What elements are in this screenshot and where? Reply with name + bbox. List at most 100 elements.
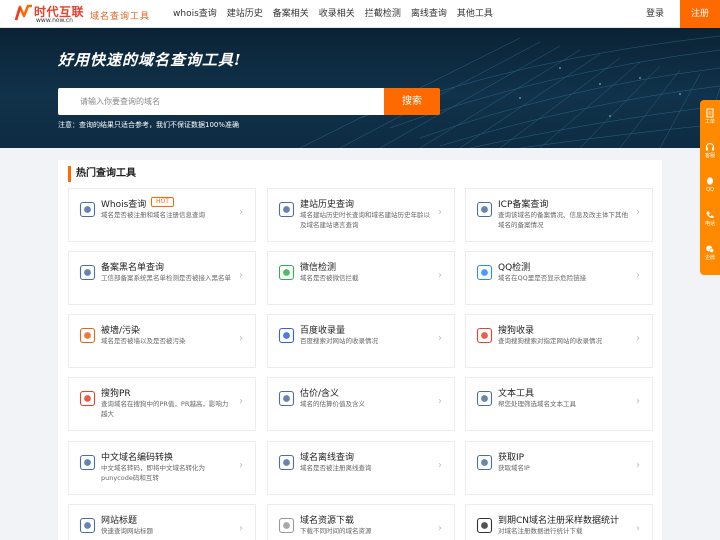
- side-item-ticket[interactable]: 工单: [700, 102, 720, 136]
- ticket-icon: [706, 108, 714, 118]
- valuation-icon: [278, 390, 295, 407]
- nav-item-icp[interactable]: 备案相关: [268, 0, 314, 28]
- nav-item-history[interactable]: 建站历史: [222, 0, 268, 28]
- chevron-right-icon: ›: [239, 333, 243, 344]
- tool-card-desc: 快速查询网站标题: [101, 527, 153, 535]
- nav-item-offline[interactable]: 离线查询: [406, 0, 452, 28]
- hot-tools-panel: 热门查询工具 Whois查询 HOT 域名是否被注册和域名注册信息查询 › 建站历史查询…: [58, 160, 662, 540]
- tool-card-wechat[interactable]: 微信检测 域名是否被微信拦截 ›: [267, 251, 455, 305]
- tool-card-title: 建站历史查询: [300, 200, 355, 210]
- icp-icon: [476, 201, 493, 218]
- main-nav: whois查询 建站历史 备案相关 收录相关 拦截检测 离线查询 其他工具: [168, 0, 498, 28]
- tool-card-icp[interactable]: ICP备案查询 查询该域名的备案情况、信息及改主体下其他域名的备案情况 ›: [465, 188, 653, 242]
- tool-card-text-tool[interactable]: 文本工具 帮您处理筛选域名文本工具 ›: [465, 377, 653, 431]
- hot-badge: HOT: [151, 197, 174, 207]
- chevron-right-icon: ›: [438, 270, 442, 281]
- side-item-service[interactable]: 客服: [700, 136, 720, 170]
- side-item-wecom[interactable]: 企微: [700, 238, 720, 272]
- side-item-phone[interactable]: 电话: [700, 204, 720, 238]
- tool-card-blacklist[interactable]: 备案黑名单查询 工信部备案系统黑名单检测是否被接入黑名单 ›: [68, 251, 256, 305]
- tool-card-title: 被墙/污染: [101, 326, 141, 336]
- tool-card-qq-check[interactable]: QQ检测 域名在QQ里是否显示危险链接 ›: [465, 251, 653, 305]
- encode-icon: [79, 454, 96, 471]
- tool-card-title: 中文域名编码转换: [101, 453, 174, 463]
- tool-card-sogou[interactable]: 搜狗收录 查询搜狗搜索对指定网站的收录情况 ›: [465, 314, 653, 368]
- header-slogan: 域名查询工具: [90, 12, 151, 22]
- chevron-right-icon: ›: [239, 396, 243, 407]
- nav-item-whois[interactable]: whois查询: [168, 0, 222, 28]
- tool-card-title: 搜狗收录: [498, 326, 535, 336]
- tool-card-title: Whois查询: [101, 200, 147, 210]
- tool-card-ip[interactable]: 获取IP 获取域名IP ›: [465, 441, 653, 495]
- tool-card-sogou-pr[interactable]: 搜狗PR 查询域名在搜狗中的PR值，PR越高，影响力越大 ›: [68, 377, 256, 431]
- blacklist-icon: [79, 264, 96, 281]
- tool-card-title: 到期CN域名注册采样数据统计: [498, 516, 620, 526]
- tool-card-www[interactable]: 域名离线查询 域名是否被注册离线查询 ›: [267, 441, 455, 495]
- section-title: 热门查询工具: [68, 166, 136, 182]
- tool-card-title: 网站标题: [101, 516, 138, 526]
- tool-card-title: 文本工具: [498, 389, 535, 399]
- tool-card-desc: 域名是否被微信拦截: [300, 274, 359, 282]
- tool-card-desc: 查询该域名的备案情况、信息及改主体下其他域名的备案情况: [498, 211, 628, 229]
- tool-card-title: 百度收录量: [300, 326, 346, 336]
- wechat-icon: [278, 264, 295, 281]
- chevron-right-icon: ›: [239, 207, 243, 218]
- firewall-icon: [79, 327, 96, 344]
- hero-title: 好用快速的域名查询工具!: [58, 51, 242, 69]
- search-button[interactable]: 搜索: [384, 88, 440, 115]
- tool-card-firewall[interactable]: 被墙/污染 域名是否被墙以及是否被污染 ›: [68, 314, 256, 368]
- nav-item-block[interactable]: 拦截检测: [360, 0, 406, 28]
- login-link[interactable]: 登录: [646, 0, 664, 28]
- register-button[interactable]: 注册: [680, 0, 720, 28]
- tool-card-title: QQ检测: [498, 263, 531, 273]
- side-item-label: 企微: [704, 255, 715, 261]
- side-item-qq[interactable]: QQ: [700, 170, 720, 204]
- tool-card-baidu[interactable]: 百度收录量 百度搜索对网站的收录情况 ›: [267, 314, 455, 368]
- tool-card-title: 估价/含义: [300, 389, 340, 399]
- chevron-right-icon: ›: [636, 523, 640, 534]
- chevron-right-icon: ›: [438, 523, 442, 534]
- tool-card-desc: 帮您处理筛选域名文本工具: [498, 400, 576, 408]
- chevron-right-icon: ›: [636, 460, 640, 471]
- nav-item-other[interactable]: 其他工具: [452, 0, 498, 28]
- whois-icon: [79, 201, 96, 218]
- tool-card-valuation[interactable]: 估价/含义 域名的估算价值及含义 ›: [267, 377, 455, 431]
- chevron-right-icon: ›: [239, 270, 243, 281]
- baidu-icon: [278, 327, 295, 344]
- tool-card-desc: 查询域名在搜狗中的PR值，PR越高，影响力越大: [101, 400, 229, 418]
- nav-item-index[interactable]: 收录相关: [314, 0, 360, 28]
- tool-card-title: 域名资源下载: [300, 516, 355, 526]
- tool-card-title: 搜狗PR: [101, 389, 131, 399]
- tool-card-title: ICP备案查询: [498, 200, 549, 210]
- tool-card-title[interactable]: 网站标题 快速查询网站标题 ›: [68, 504, 256, 540]
- tool-card-desc: 域名在QQ里是否显示危险链接: [498, 274, 587, 282]
- domain-search-input[interactable]: [58, 88, 384, 115]
- tool-card-desc: 中文域名转码，即将中文域名转化为punycode码和互转: [101, 464, 205, 482]
- tool-card-desc: 域名是否被墙以及是否被污染: [101, 337, 186, 345]
- chevron-right-icon: ›: [636, 396, 640, 407]
- tool-card-download[interactable]: 域名资源下载 下载不同时间的域名资源 ›: [267, 504, 455, 540]
- wecom-icon: [706, 245, 715, 253]
- www-icon: [278, 454, 295, 471]
- tool-card-database[interactable]: 到期CN域名注册采样数据统计 对域名注册数据进行统计下载 ›: [465, 504, 653, 540]
- qq-check-icon: [476, 264, 493, 281]
- hero-banner: 好用快速的域名查询工具! 搜索 注意：查询的结果只适合参考，我们不保证数据100…: [0, 28, 720, 148]
- side-item-label: 客服: [704, 153, 715, 159]
- tool-card-encode[interactable]: 中文域名编码转换 中文域名转码，即将中文域名转化为punycode码和互转 ›: [68, 441, 256, 495]
- chevron-right-icon: ›: [636, 207, 640, 218]
- tool-card-desc: 获取域名IP: [498, 464, 530, 472]
- tool-card-history[interactable]: 建站历史查询 域名建站历史时长查询和域名建站历史年龄以及域名建站语言查询 ›: [267, 188, 455, 242]
- chevron-right-icon: ›: [438, 207, 442, 218]
- sogou-icon: [476, 327, 493, 344]
- chevron-right-icon: ›: [239, 523, 243, 534]
- tool-card-title: 微信检测: [300, 263, 337, 273]
- tool-card-desc: 域名是否被注册离线查询: [300, 464, 372, 472]
- tool-card-desc: 百度搜索对网站的收录情况: [300, 337, 378, 345]
- brand-logo[interactable]: 时代互联 www.now.cn: [14, 3, 86, 25]
- tool-card-title: 获取IP: [498, 453, 525, 463]
- tool-card-title: 域名离线查询: [300, 453, 355, 463]
- chevron-right-icon: ›: [636, 270, 640, 281]
- chevron-right-icon: ›: [239, 460, 243, 471]
- tool-card-whois[interactable]: Whois查询 HOT 域名是否被注册和域名注册信息查询 ›: [68, 188, 256, 242]
- qq-icon: [707, 177, 713, 185]
